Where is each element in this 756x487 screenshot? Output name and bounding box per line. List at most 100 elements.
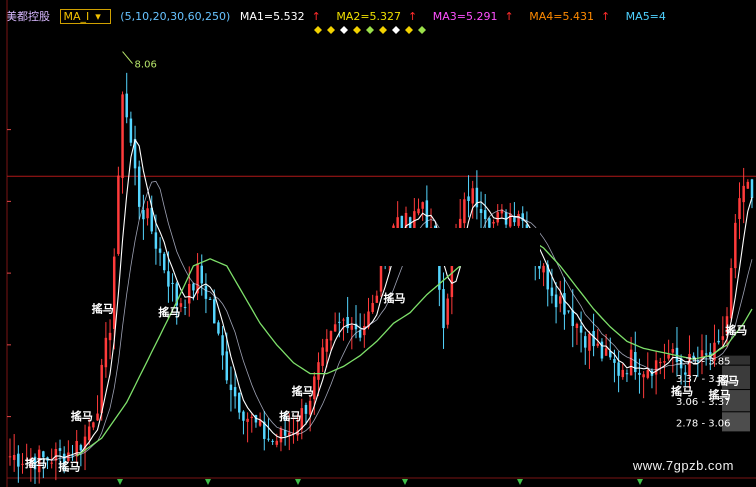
candle-body: [629, 349, 633, 376]
candle-body: [100, 364, 103, 414]
candle-body: [417, 208, 420, 214]
trade-mark-label: 搖马: [279, 409, 301, 423]
candle-body: [746, 181, 750, 189]
candle-body: [250, 416, 254, 418]
peak-annotation: 8.06: [122, 51, 157, 71]
candle-body: [584, 336, 587, 348]
trade-mark-label: 搖马: [709, 388, 731, 402]
candle-body: [621, 369, 625, 378]
candle-body: [192, 283, 195, 291]
candle-body: [162, 253, 166, 271]
signal-diamond-icon: [392, 26, 400, 34]
candle-body: [167, 271, 170, 287]
trade-mark-label: 搖马: [717, 373, 739, 387]
signal-diamond-icon: [314, 26, 322, 34]
ma-mid-line: [47, 180, 753, 461]
candle-body: [271, 440, 274, 442]
signal-diamond-icon: [366, 26, 374, 34]
candle-body: [742, 185, 745, 203]
candle-body: [58, 448, 62, 451]
arrow-down-icon: [295, 479, 301, 485]
candle-body: [604, 348, 608, 356]
candle-body: [471, 188, 474, 204]
candle-body: [496, 212, 499, 223]
candle-body: [338, 321, 341, 323]
occlusion-block: [362, 228, 540, 266]
candle-body: [358, 330, 362, 338]
candle-body: [734, 222, 737, 269]
stock-chart[interactable]: 3.71 - 3.853.37 - 3.713.06 - 3.372.78 - …: [0, 0, 756, 487]
candle-body: [158, 248, 162, 253]
candle-body: [463, 199, 466, 224]
signal-diamond-icon: [418, 26, 426, 34]
candle-body: [729, 268, 733, 319]
candle-body: [575, 323, 579, 329]
candle-body: [142, 210, 145, 220]
bottom-arrow-markers: [117, 479, 643, 485]
trade-mark-label: 搖马: [671, 384, 693, 398]
arrow-down-icon: [517, 479, 523, 485]
candle-body: [21, 463, 24, 465]
arrow-down-icon: [205, 479, 211, 485]
candle-body: [225, 351, 229, 381]
candle-body: [183, 307, 187, 309]
candle-body: [617, 362, 620, 376]
candle-body: [221, 335, 224, 356]
candle-body: [625, 373, 629, 375]
trade-mark-label: 搖马: [725, 323, 747, 337]
candle-body: [488, 218, 491, 228]
candle-body: [596, 343, 600, 346]
candle-body: [559, 296, 562, 304]
watermark: www.7gpzb.com: [632, 458, 734, 473]
trade-mark-label: 搖马: [58, 459, 80, 473]
signal-diamond-icon: [405, 26, 413, 34]
candle-body: [467, 196, 470, 201]
candle-body: [717, 340, 720, 343]
candle-body: [325, 338, 329, 352]
candle-body: [79, 445, 83, 451]
trade-mark-label: 搖马: [92, 302, 114, 316]
candle-body: [108, 332, 112, 341]
candle-body: [229, 384, 233, 391]
candle-body: [550, 287, 554, 296]
candle-body: [242, 411, 245, 421]
candle-body: [592, 330, 595, 347]
occlusion-block: [464, 259, 504, 276]
candle-body: [442, 289, 445, 329]
candle-body: [213, 299, 216, 324]
signal-diamond-icon: [379, 26, 387, 34]
candle-body: [329, 331, 333, 341]
candle-body: [317, 362, 320, 380]
candle-body: [642, 374, 645, 378]
candle-body: [396, 217, 399, 230]
candle-body: [483, 210, 487, 220]
candle-body: [304, 404, 308, 414]
candle-body: [154, 232, 158, 249]
ma-long-line: [76, 236, 753, 457]
candle-body: [571, 310, 574, 326]
candle-body: [188, 283, 191, 304]
candle-body: [721, 336, 725, 340]
candle-body: [137, 166, 141, 207]
trade-mark-label: 搖马: [71, 409, 93, 423]
signal-diamond-icon: [353, 26, 361, 34]
candlestick-series: [8, 72, 754, 484]
arrow-down-icon: [637, 479, 643, 485]
signal-diamond-icon: [327, 26, 335, 34]
peak-pointer: [122, 51, 133, 64]
candle-body: [638, 372, 641, 375]
candle-body: [371, 303, 374, 312]
candle-body: [204, 285, 208, 299]
candle-body: [579, 325, 583, 333]
candle-body: [667, 354, 670, 359]
peak-label: 8.06: [135, 60, 157, 71]
candle-body: [217, 322, 220, 334]
candle-body: [508, 213, 512, 227]
candle-body: [125, 93, 128, 118]
candle-body: [659, 361, 662, 364]
candle-body: [129, 118, 133, 143]
candle-body: [554, 294, 558, 308]
candle-body: [12, 454, 16, 460]
arrow-down-icon: [402, 479, 408, 485]
candle-body: [54, 449, 58, 461]
